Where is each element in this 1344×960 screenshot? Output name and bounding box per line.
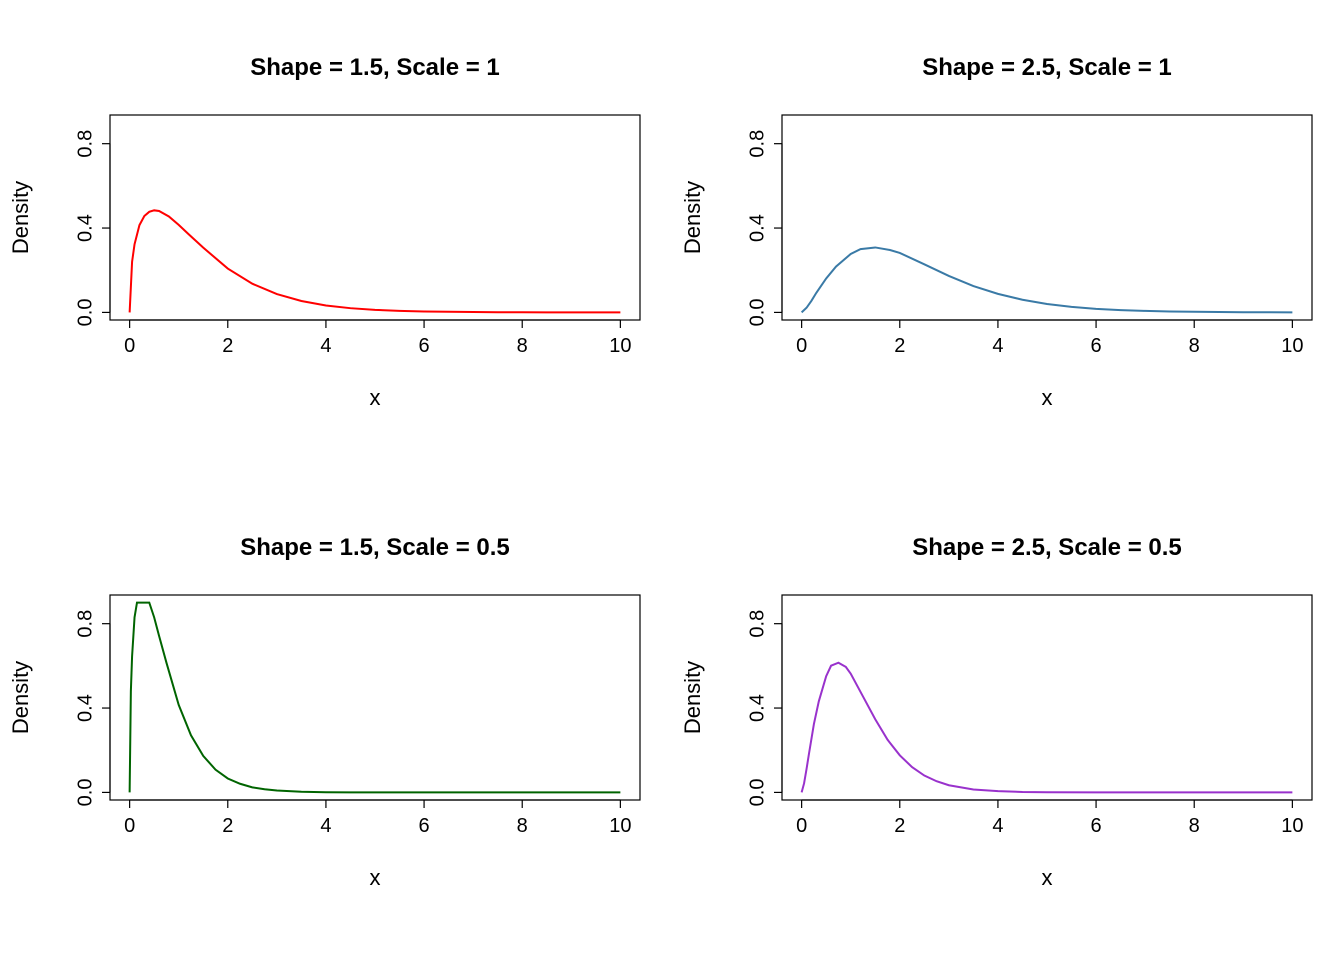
x-tick-label: 8 — [1189, 335, 1200, 357]
chart-title: Shape = 2.5, Scale = 1 — [922, 54, 1172, 81]
y-tick-label: 0.4 — [746, 694, 768, 722]
x-tick-label: 0 — [796, 335, 807, 357]
plot-box — [110, 595, 640, 800]
chart-title: Shape = 2.5, Scale = 0.5 — [912, 534, 1182, 561]
x-tick-label: 0 — [124, 335, 135, 357]
chart-grid: Shape = 1.5, Scale = 1 0 2 4 6 8 10 0.0 0.4 0.8 x D… — [0, 0, 1344, 960]
x-tick-label: 4 — [992, 815, 1003, 837]
x-tick-label: 0 — [796, 815, 807, 837]
y-axis-label: Density — [8, 661, 33, 734]
density-curve — [130, 603, 621, 793]
y-tick-label: 0.0 — [746, 299, 768, 327]
y-tick-label: 0.4 — [746, 214, 768, 242]
chart-svg: Shape = 2.5, Scale = 1 0 2 4 6 8 10 0.0 0.4 0.8 x D… — [672, 0, 1344, 480]
x-tick-label: 8 — [517, 815, 528, 837]
x-tick-label: 0 — [124, 815, 135, 837]
y-tick-label: 0.8 — [746, 130, 768, 158]
panel-2: Shape = 1.5, Scale = 0.5 0 2 4 6 8 10 0.0 0.4 0.8… — [0, 480, 672, 960]
panel-1: Shape = 2.5, Scale = 1 0 2 4 6 8 10 0.0 0.4 0.8 x D… — [672, 0, 1344, 480]
x-tick-label: 2 — [894, 335, 905, 357]
x-axis-label: x — [1042, 385, 1053, 410]
chart-svg: Shape = 2.5, Scale = 0.5 0 2 4 6 8 10 0.0 0.4 0.8… — [672, 480, 1344, 960]
chart-svg: Shape = 1.5, Scale = 1 0 2 4 6 8 10 0.0 0.4 0.8 x D… — [0, 0, 672, 480]
x-axis-label: x — [370, 865, 381, 890]
x-tick-label: 2 — [222, 815, 233, 837]
y-tick-label: 0.8 — [74, 130, 96, 158]
x-tick-label: 10 — [1281, 335, 1303, 357]
x-axis-label: x — [1042, 865, 1053, 890]
y-axis-label: Density — [8, 181, 33, 254]
y-tick-label: 0.8 — [74, 610, 96, 638]
density-curve — [802, 663, 1293, 793]
y-tick-label: 0.4 — [74, 214, 96, 242]
x-tick-label: 4 — [992, 335, 1003, 357]
x-tick-label: 10 — [609, 815, 631, 837]
panel-3: Shape = 2.5, Scale = 0.5 0 2 4 6 8 10 0.0 0.4 0.8… — [672, 480, 1344, 960]
x-axis-label: x — [370, 385, 381, 410]
x-tick-label: 6 — [419, 815, 430, 837]
y-axis-label: Density — [680, 661, 705, 734]
y-tick-label: 0.4 — [74, 694, 96, 722]
chart-title: Shape = 1.5, Scale = 1 — [250, 54, 500, 81]
x-tick-label: 10 — [1281, 815, 1303, 837]
x-tick-label: 2 — [894, 815, 905, 837]
y-tick-label: 0.8 — [746, 610, 768, 638]
x-tick-label: 4 — [320, 335, 331, 357]
x-tick-label: 8 — [1189, 815, 1200, 837]
plot-box — [110, 115, 640, 320]
y-tick-label: 0.0 — [746, 779, 768, 807]
x-tick-label: 2 — [222, 335, 233, 357]
y-tick-label: 0.0 — [74, 779, 96, 807]
x-tick-label: 6 — [419, 335, 430, 357]
x-tick-label: 4 — [320, 815, 331, 837]
x-tick-label: 6 — [1091, 815, 1102, 837]
chart-title: Shape = 1.5, Scale = 0.5 — [240, 534, 510, 561]
plot-box — [782, 595, 1312, 800]
x-tick-label: 6 — [1091, 335, 1102, 357]
x-tick-label: 8 — [517, 335, 528, 357]
density-curve — [802, 247, 1293, 312]
y-axis-label: Density — [680, 181, 705, 254]
chart-svg: Shape = 1.5, Scale = 0.5 0 2 4 6 8 10 0.0 0.4 0.8… — [0, 480, 672, 960]
plot-box — [782, 115, 1312, 320]
y-tick-label: 0.0 — [74, 299, 96, 327]
density-curve — [130, 210, 621, 312]
panel-0: Shape = 1.5, Scale = 1 0 2 4 6 8 10 0.0 0.4 0.8 x D… — [0, 0, 672, 480]
x-tick-label: 10 — [609, 335, 631, 357]
